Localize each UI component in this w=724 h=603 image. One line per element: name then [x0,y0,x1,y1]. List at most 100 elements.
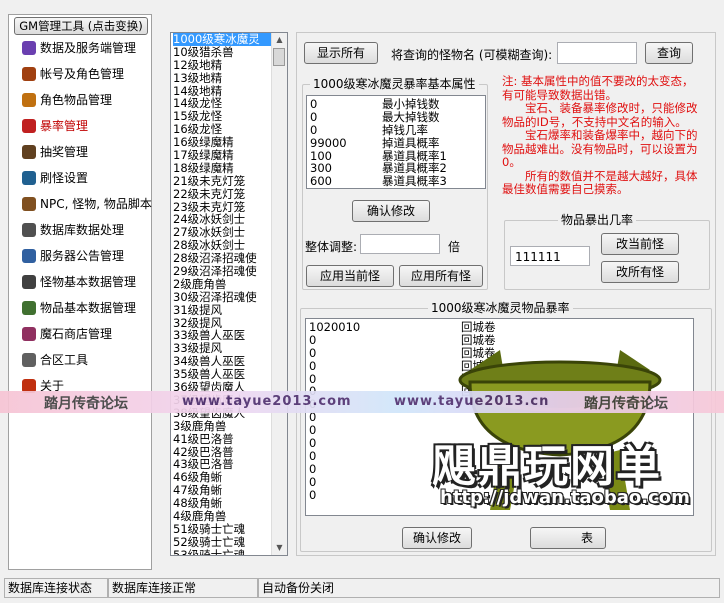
gear-book-icon [22,41,36,55]
monster-list-item[interactable]: 30级沼泽招魂使 [173,290,273,304]
monster-rows: 1000级寒冰魔灵 10级猎杀兽 12级地精 13级地精 14级地精 14级龙怪 15级龙怪… [173,33,273,555]
monster-list-item[interactable]: 17级绿魔精 [173,149,273,162]
attr-value: 0 [310,109,318,124]
watermark-right: 踏月传奇论坛 [584,396,668,412]
monster-list-item[interactable]: 41级巴洛普 [173,432,273,446]
attr-group-title: 1000级寒冰魔灵暴率基本属性 [310,77,479,91]
monster-list-item[interactable]: 21级未克灯笼 [173,174,273,188]
nav-item-label: 怪物基本数据管理 [40,275,137,289]
nav-item-label: 帐号及角色管理 [40,67,125,81]
nav-item-label: 暴率管理 [40,119,89,133]
monster-list-item[interactable]: 22级未克灯笼 [173,187,273,201]
apply-all-button[interactable]: 应用所有怪 [399,265,483,287]
attr-rows: 0 最小掉钱数 0 最大掉钱数 0 掉钱几率 99000 掉道具概率 100 暴道具概率1 300 暴… [310,98,484,188]
monster-list-item[interactable]: 31级提风 [173,303,273,317]
attr-value: 0 [310,97,318,111]
item-id: 0 [309,345,317,360]
nav-item-label: 角色物品管理 [40,93,113,107]
script-icon [22,197,36,211]
times-label: 倍 [448,240,461,254]
attr-value: 0 [310,122,318,137]
change-current-button[interactable]: 改当前怪 [601,233,679,255]
apply-current-button[interactable]: 应用当前怪 [306,265,394,287]
query-label: 将查询的怪物名 (可模糊查询): [391,48,553,62]
nav-item-label: NPC, 怪物, 物品脚本 [40,197,152,211]
monster-icon [22,171,36,185]
monster-list-item[interactable]: 10级猎杀兽 [173,45,273,59]
scroll-down-icon[interactable]: ▼ [272,541,287,555]
watermark-logo-text: 飓鼎玩网单 [432,441,662,492]
monster-list-scrollbar[interactable]: ▲ ▼ [271,33,287,555]
attr-row[interactable]: 0 掉钱几率 [310,122,484,137]
drop-count-input[interactable]: 111111 [510,246,590,266]
query-button[interactable]: 查询 [645,42,693,64]
attr-name: 最大掉钱数 [382,109,440,124]
monster-data-icon [22,275,36,289]
bag-icon [22,93,36,107]
item-row[interactable]: 1020010 回城卷 [309,321,689,334]
attr-name: 掉钱几率 [382,122,428,137]
attr-row[interactable]: 99000 掉道具概率 [310,135,484,150]
items-hidden-button[interactable]: 表 [530,527,606,549]
monster-list-item[interactable]: 3级鹿角兽 [173,419,273,433]
nav-item-label: 服务器公告管理 [40,249,125,263]
watermark-banner: 踏月传奇论坛 www.tayue2013.com www.tayue2013.c… [0,391,724,413]
show-all-button[interactable]: 显示所有 [304,42,378,64]
nav-item-label: 合区工具 [40,353,89,367]
item-name: 回城卷 [461,320,496,334]
attr-row[interactable]: 600 暴道具概率3 [310,175,484,188]
note-p2: 宝石、装备暴率修改时，只能修改物品的ID号，不支持中文名的输入。 [502,101,698,129]
note-p1: 注: 基本属性中的值不要改的太变态，有可能导致数据出错。 [502,74,694,102]
item-id: 0 [309,358,317,373]
monster-list-item[interactable]: 29级沼泽招魂使 [173,265,273,278]
scroll-up-icon[interactable]: ▲ [272,33,287,47]
items-confirm-button[interactable]: 确认修改 [402,527,472,549]
announcement-icon [22,249,36,263]
attr-table[interactable]: 0 最小掉钱数 0 最大掉钱数 0 掉钱几率 99000 掉道具概率 100 暴道具概率1 300 暴… [306,95,486,189]
attr-row[interactable]: 0 最小掉钱数 [310,98,484,111]
item-id: 0 [309,448,317,463]
item-data-icon [22,301,36,315]
status-db-value: 数据库连接正常 [108,578,258,598]
shop-icon [22,327,36,341]
monster-list-item[interactable]: 13级地精 [173,71,273,85]
items-group-title: 1000级寒冰魔灵物品暴率 [428,301,573,315]
monster-list-item[interactable]: 52级骑士亡魂 [173,535,273,549]
drop-rate-icon [22,119,36,133]
monster-list-item[interactable]: 2级鹿角兽 [173,278,273,291]
item-id: 0 [309,474,317,489]
scroll-thumb[interactable] [273,48,285,66]
attr-value: 99000 [310,135,347,150]
note-p4: 所有的数值并不是越大越好，具体最佳数值需要自己摸索。 [502,168,698,196]
item-id: 0 [309,436,317,451]
status-backup: 自动备份关闭 [258,578,720,598]
note-text: 注: 基本属性中的值不要改的太变态，有可能导致数据出错。 宝石、装备暴率修改时，… [502,74,702,197]
note-p3: 宝石爆率和装备爆率中，越向下的物品越难出。没有物品时，可以设置为0。 [502,128,698,169]
monster-list-item[interactable]: 51级骑士亡魂 [173,522,273,536]
nav-item-label: 刷怪设置 [40,171,89,185]
attr-confirm-button[interactable]: 确认修改 [352,200,430,222]
nav-item-label: 抽奖管理 [40,145,89,159]
attr-name: 最小掉钱数 [382,97,440,111]
monster-list-item[interactable]: 12级地精 [173,58,273,72]
query-input[interactable] [557,42,637,64]
attr-name: 暴道具概率3 [382,174,447,189]
person-icon [22,67,36,81]
attr-value: 600 [310,174,332,189]
change-all-button[interactable]: 改所有怪 [601,261,679,283]
nav-item-label: 魔石商店管理 [40,327,113,341]
nav-header-button[interactable]: GM管理工具 (点击变换) [14,17,148,35]
monster-list-item[interactable]: 1000级寒冰魔灵 [173,33,273,46]
watermark-left: 踏月传奇论坛 [44,396,128,412]
attr-name: 掉道具概率 [382,135,440,150]
attr-row[interactable]: 0 最大掉钱数 [310,109,484,124]
item-id: 0 [309,487,317,502]
adjust-input[interactable] [360,234,440,254]
nav-item-label: 数据库数据处理 [40,223,125,237]
monster-list[interactable]: 1000级寒冰魔灵 10级猎杀兽 12级地精 13级地精 14级地精 14级龙怪 15级龙怪… [170,32,288,556]
monster-list-item[interactable]: 18级绿魔精 [173,162,273,175]
database-icon [22,223,36,237]
item-id: 0 [309,461,317,476]
monster-list-item[interactable]: 4级鹿角兽 [173,510,273,523]
monster-list-item[interactable]: 53级骑士亡魂 [173,548,273,555]
